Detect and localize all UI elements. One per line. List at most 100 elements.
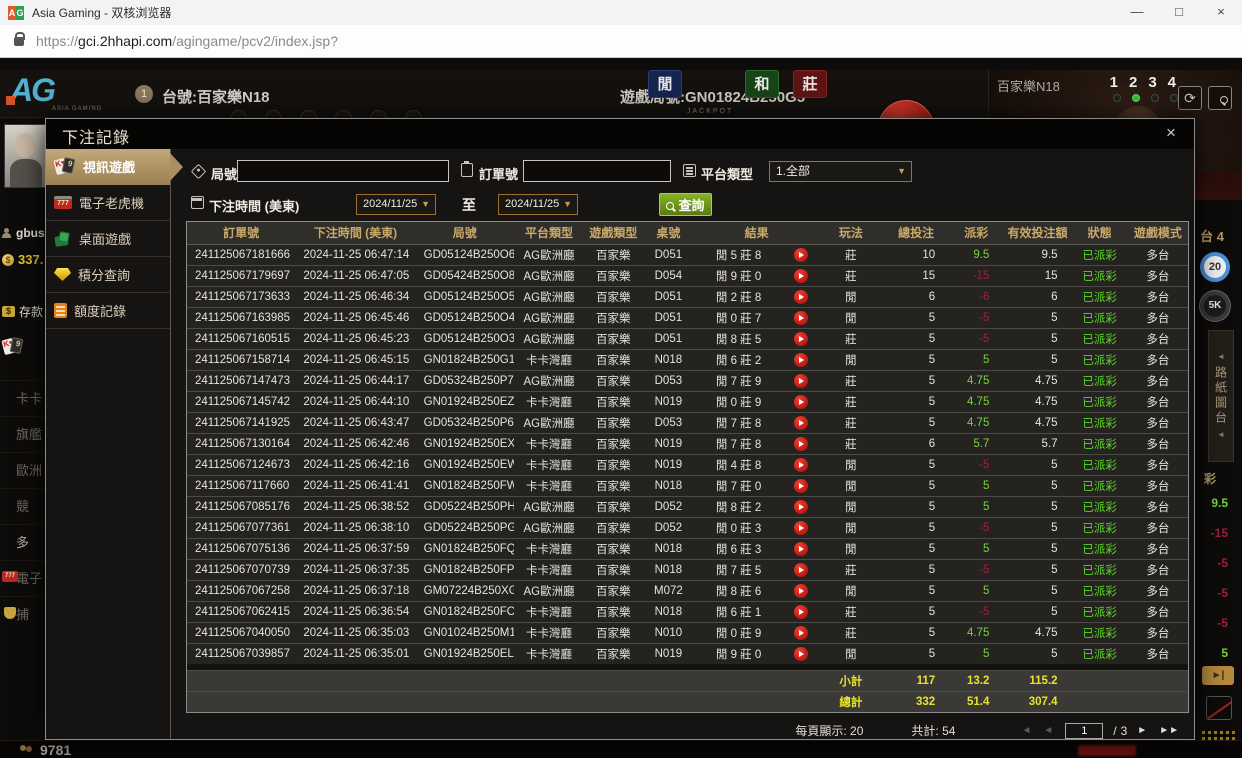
order-filter-label: 訂單號 — [479, 164, 518, 183]
close-icon[interactable]: × — [1160, 123, 1182, 143]
camera-number[interactable]: 2 — [1129, 74, 1137, 91]
column-header: 總投注 — [883, 222, 949, 244]
first-page-icon[interactable]: ◄ — [1021, 725, 1031, 736]
round-number-input[interactable] — [237, 160, 449, 182]
replay-icon[interactable] — [794, 353, 808, 367]
cell-result: 閒 0 莊 9 — [694, 622, 782, 643]
cell-round-number: GN01924B250EW — [416, 454, 514, 475]
cell-game-type: 百家樂 — [584, 412, 642, 433]
replay-icon[interactable] — [794, 647, 808, 661]
replay-icon[interactable] — [794, 605, 808, 619]
tab-table-games[interactable]: 桌面遊戲 — [46, 221, 170, 257]
cell-game-type: 百家樂 — [584, 286, 642, 307]
roadmap-tab[interactable]: ◄ 路紙圖台 ◄ — [1208, 330, 1234, 462]
cell-game-type: 百家樂 — [584, 496, 642, 517]
replay-icon[interactable] — [794, 269, 808, 283]
cell-bet-on: 閒 — [819, 580, 883, 601]
tab-slot-machines[interactable]: 777 電子老虎機 — [46, 185, 170, 221]
table-row: 241125067147473 2024-11-25 06:44:17 GD05… — [187, 370, 1188, 391]
cell-total-bet: 5 — [883, 643, 949, 664]
online-users-icon — [20, 745, 34, 755]
cell-total-bet: 5 — [883, 307, 949, 328]
cell-order-id: 241125067158714 — [187, 349, 295, 370]
cell-table-number: D051 — [642, 286, 694, 307]
replay-icon[interactable] — [794, 500, 808, 514]
replay-icon[interactable] — [794, 437, 808, 451]
column-header: 派彩 — [949, 222, 1003, 244]
next-page-icon[interactable]: ► — [1137, 725, 1147, 736]
replay-icon[interactable] — [794, 248, 808, 262]
tab-credit-records[interactable]: 額度記錄 — [46, 293, 170, 329]
cell-round-number: GD05224B250PH — [416, 496, 514, 517]
camera-number[interactable]: 1 — [1110, 74, 1118, 91]
camera-number[interactable]: 3 — [1148, 74, 1156, 91]
search-button-label: 查詢 — [678, 195, 704, 214]
refresh-icon[interactable]: ⟳ — [1178, 86, 1202, 110]
platform-type-select[interactable]: 1.全部 ▼ — [769, 161, 912, 182]
cell-replay — [783, 496, 819, 517]
search-button[interactable]: 查詢 — [659, 193, 712, 216]
cell-game-mode: 多台 — [1128, 538, 1188, 559]
page-number-input[interactable] — [1065, 723, 1103, 739]
chip-20[interactable]: 20 — [1200, 252, 1230, 282]
replay-icon[interactable] — [794, 626, 808, 640]
replay-icon[interactable] — [794, 395, 808, 409]
cell-payout: -5 — [949, 307, 1003, 328]
replay-icon[interactable] — [794, 521, 808, 535]
ag-logo-subtext: ASIA GAMING — [52, 106, 102, 112]
chevron-down-icon: ▼ — [897, 162, 906, 181]
cell-result: 閒 8 莊 2 — [694, 496, 782, 517]
replay-icon[interactable] — [794, 311, 808, 325]
camera-number[interactable]: 4 — [1168, 74, 1176, 91]
replay-icon[interactable] — [794, 374, 808, 388]
skip-forward-button[interactable]: ►| — [1202, 666, 1234, 685]
cell-replay — [783, 475, 819, 496]
cell-replay — [783, 391, 819, 412]
cell-platform: AG歐洲廳 — [514, 412, 584, 433]
replay-icon[interactable] — [794, 542, 808, 556]
pagination-bar: 每頁顯示: 20 共計: 54 ◄ ◄ / 3 ► ►► — [186, 718, 1189, 743]
cell-game-mode: 多台 — [1128, 643, 1188, 664]
cell-replay — [783, 328, 819, 349]
replay-icon[interactable] — [794, 290, 808, 304]
replay-icon[interactable] — [794, 563, 808, 577]
replay-icon[interactable] — [794, 479, 808, 493]
deposit-row: $ 存款 — [2, 303, 43, 320]
cell-round-number: GN01824B250FP — [416, 559, 514, 580]
replay-icon[interactable] — [794, 416, 808, 430]
cell-bet-time: 2024-11-25 06:43:47 — [295, 412, 415, 433]
cell-result: 閒 8 莊 6 — [694, 580, 782, 601]
replay-icon[interactable] — [794, 458, 808, 472]
replay-icon[interactable] — [794, 332, 808, 346]
tab-video-games[interactable]: K♥9 視訊遊戲 — [46, 149, 170, 185]
balance-row: $ 337. — [2, 252, 43, 267]
cell-game-type: 百家樂 — [584, 349, 642, 370]
cell-bet-time: 2024-11-25 06:41:41 — [295, 475, 415, 496]
date-from-select[interactable]: 2024/11/25 ▼ — [356, 194, 436, 215]
cell-platform: AG歐洲廳 — [514, 307, 584, 328]
cell-bet-time: 2024-11-25 06:42:16 — [295, 454, 415, 475]
chip-5k[interactable]: 5K — [1200, 291, 1230, 321]
cell-game-type: 百家樂 — [584, 643, 642, 664]
cell-game-mode: 多台 — [1128, 370, 1188, 391]
maximize-button[interactable]: □ — [1158, 0, 1200, 25]
column-header: 桌號 — [642, 222, 694, 244]
cell-result: 閒 8 莊 5 — [694, 328, 782, 349]
magnifier-icon[interactable] — [1208, 86, 1232, 110]
replay-icon[interactable] — [794, 584, 808, 598]
cell-status: 已派彩 — [1072, 433, 1128, 454]
prev-page-icon[interactable]: ◄ — [1043, 725, 1053, 736]
tab-points-query[interactable]: 積分查詢 — [46, 257, 170, 293]
order-number-input[interactable] — [523, 160, 671, 182]
address-bar[interactable]: https://gci.2hhapi.com/agingame/pcv2/ind… — [0, 25, 1242, 58]
window-close-button[interactable]: × — [1200, 0, 1242, 25]
multi-table-tag: 台 4 — [1200, 226, 1224, 245]
cell-status: 已派彩 — [1072, 643, 1128, 664]
minimize-button[interactable]: — — [1116, 0, 1158, 25]
cell-status: 已派彩 — [1072, 244, 1128, 265]
grand-total-valid-bet: 307.4 — [1003, 691, 1071, 712]
cell-platform: 卡卡灣廳 — [514, 559, 584, 580]
cell-table-number: D051 — [642, 307, 694, 328]
date-to-select[interactable]: 2024/11/25 ▼ — [498, 194, 578, 215]
last-page-icon[interactable]: ►► — [1159, 725, 1179, 736]
